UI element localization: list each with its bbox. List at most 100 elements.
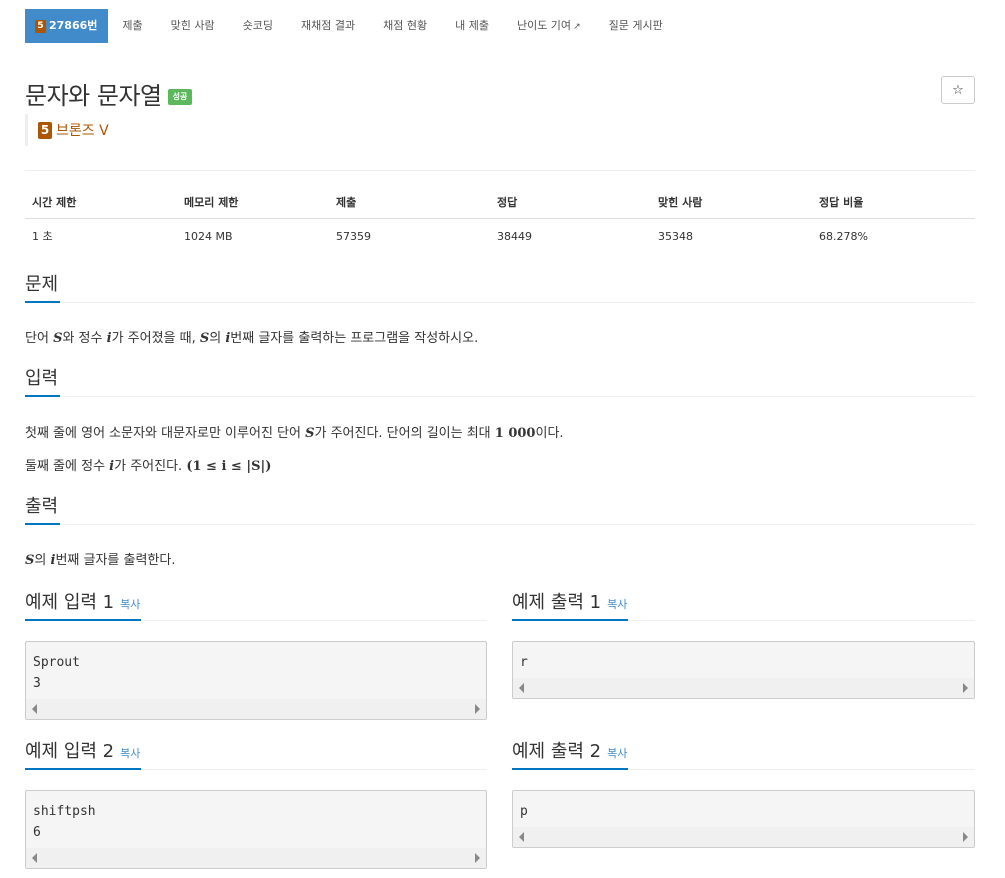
header-solved-users: 맞힌 사람 bbox=[651, 186, 812, 219]
bronze-tier-icon: 5 bbox=[38, 121, 52, 139]
divider bbox=[25, 170, 975, 171]
section-title: 출력 bbox=[25, 495, 61, 525]
output-section-header: 출력 bbox=[25, 495, 975, 525]
text: 의 bbox=[34, 553, 51, 568]
horizontal-scrollbar[interactable] bbox=[513, 678, 974, 698]
header-time-limit: 시간 제한 bbox=[25, 186, 177, 219]
text: 둘째 줄에 정수 bbox=[25, 459, 110, 474]
problem-description: 단어 S와 정수 i가 주어졌을 때, S의 i번째 글자를 출력하는 프로그램… bbox=[25, 327, 478, 346]
text: 의 bbox=[209, 331, 226, 346]
nav-difficulty-contribution[interactable]: 난이도 기여 ↗ bbox=[503, 9, 595, 43]
sample-output-1-box[interactable]: r bbox=[512, 641, 975, 699]
external-link-icon: ↗ bbox=[573, 22, 581, 32]
problem-tier: 5 브론즈 V bbox=[25, 114, 109, 146]
sample-output-1-title: 예제 출력 1 bbox=[512, 592, 602, 613]
problem-number-label: 27866번 bbox=[49, 19, 98, 32]
submissions-value: 57359 bbox=[336, 229, 371, 243]
sample-input-1-box[interactable]: Sprout 3 bbox=[25, 641, 487, 720]
sample-title: 예제 출력 1 복사 bbox=[512, 591, 629, 621]
scroll-left-icon[interactable] bbox=[519, 832, 524, 842]
sample-input-1-text: Sprout 3 bbox=[33, 655, 80, 691]
text: 이다. bbox=[535, 426, 564, 441]
accept-ratio-value: 68.278% bbox=[819, 229, 868, 243]
section-title: 문제 bbox=[25, 273, 61, 303]
text: 단어 bbox=[25, 331, 54, 346]
table-row: 1 초 1024 MB 57359 38449 35348 68.278% bbox=[25, 219, 975, 254]
copy-sample-output-2-link[interactable]: 복사 bbox=[607, 747, 627, 760]
scroll-right-icon[interactable] bbox=[475, 704, 480, 714]
sample-title: 예제 입력 1 복사 bbox=[25, 591, 142, 621]
math-var: S bbox=[25, 553, 35, 568]
math-number: 1 000 bbox=[494, 426, 536, 441]
status-badge: 성공 bbox=[167, 88, 193, 105]
nav-solved-users[interactable]: 맞힌 사람 bbox=[157, 9, 229, 43]
accepted-value: 38449 bbox=[497, 229, 532, 243]
nav-question-board[interactable]: 질문 게시판 bbox=[595, 9, 677, 43]
nav-submit[interactable]: 제출 bbox=[108, 9, 156, 43]
horizontal-scrollbar[interactable] bbox=[26, 848, 486, 868]
sample-title: 예제 입력 2 복사 bbox=[25, 740, 142, 770]
header-accepted: 정답 bbox=[490, 186, 651, 219]
sample-input-1-title: 예제 입력 1 bbox=[25, 592, 115, 613]
text: 가 주어졌을 때, bbox=[111, 331, 200, 346]
sample-output-1-header: 예제 출력 1 복사 bbox=[512, 591, 975, 621]
text: 가 주어진다. 단어의 길이는 최대 bbox=[314, 426, 495, 441]
math-var: S bbox=[199, 331, 210, 346]
nav-difficulty-label: 난이도 기여 bbox=[516, 19, 572, 32]
horizontal-scrollbar[interactable] bbox=[513, 827, 974, 847]
text: 와 정수 bbox=[62, 331, 107, 346]
sample-output-2-text: p bbox=[520, 804, 528, 819]
header-submissions: 제출 bbox=[329, 186, 490, 219]
input-section-header: 입력 bbox=[25, 367, 975, 397]
copy-sample-input-1-link[interactable]: 복사 bbox=[120, 598, 140, 611]
sample-title: 예제 출력 2 복사 bbox=[512, 740, 629, 770]
scroll-right-icon[interactable] bbox=[963, 683, 968, 693]
sample-input-1-header: 예제 입력 1 복사 bbox=[25, 591, 487, 621]
sample-output-1-text: r bbox=[520, 655, 528, 670]
text: 첫째 줄에 영어 소문자와 대문자로만 이루어진 단어 bbox=[25, 426, 306, 441]
header-accept-ratio: 정답 비율 bbox=[812, 186, 975, 219]
input-description-line2: 둘째 줄에 정수 i가 주어진다. (1 ≤ i ≤ |S|) bbox=[25, 455, 271, 474]
input-description-line1: 첫째 줄에 영어 소문자와 대문자로만 이루어진 단어 S가 주어진다. 단어의… bbox=[25, 422, 564, 441]
sample-input-2-title: 예제 입력 2 bbox=[25, 741, 115, 762]
sample-input-2-box[interactable]: shiftpsh 6 bbox=[25, 790, 487, 869]
nav-short-coding[interactable]: 숏코딩 bbox=[229, 9, 287, 43]
solved-users-value: 35348 bbox=[658, 229, 693, 243]
problem-title: 문자와 문자열 bbox=[25, 82, 162, 110]
header-memory-limit: 메모리 제한 bbox=[177, 186, 329, 219]
copy-sample-input-2-link[interactable]: 복사 bbox=[120, 747, 140, 760]
scroll-left-icon[interactable] bbox=[32, 853, 37, 863]
text: 가 주어진다. bbox=[114, 459, 187, 474]
time-limit-value: 1 초 bbox=[32, 230, 53, 243]
text: 번째 글자를 출력한다. bbox=[55, 553, 176, 568]
text: 번째 글자를 출력하는 프로그램을 작성하시오. bbox=[230, 331, 479, 346]
problem-title-row: 문자와 문자열 성공 bbox=[25, 76, 193, 111]
sample-output-2-header: 예제 출력 2 복사 bbox=[512, 740, 975, 770]
scroll-right-icon[interactable] bbox=[475, 853, 480, 863]
tier-label: 브론즈 V bbox=[56, 123, 109, 139]
output-description: S의 i번째 글자를 출력한다. bbox=[25, 549, 175, 568]
copy-sample-output-1-link[interactable]: 복사 bbox=[607, 598, 627, 611]
memory-limit-value: 1024 MB bbox=[184, 229, 233, 243]
bronze-tier-icon: 5 bbox=[35, 19, 46, 33]
table-header-row: 시간 제한 메모리 제한 제출 정답 맞힌 사람 정답 비율 bbox=[25, 186, 975, 219]
sample-output-2-title: 예제 출력 2 bbox=[512, 741, 602, 762]
nav-rejudge-results[interactable]: 재채점 결과 bbox=[287, 9, 369, 43]
favorite-star-button[interactable]: ☆ bbox=[941, 76, 975, 104]
scroll-left-icon[interactable] bbox=[32, 704, 37, 714]
nav-judge-status[interactable]: 채점 현황 bbox=[369, 9, 441, 43]
sample-output-2-box[interactable]: p bbox=[512, 790, 975, 848]
scroll-right-icon[interactable] bbox=[963, 832, 968, 842]
sample-input-2-text: shiftpsh 6 bbox=[33, 804, 96, 840]
problem-section-header: 문제 bbox=[25, 273, 975, 303]
math-expression: (1 ≤ i ≤ |S|) bbox=[186, 459, 272, 474]
problem-menu: 5 27866번 제출 맞힌 사람 숏코딩 재채점 결과 채점 현황 내 제출 … bbox=[25, 9, 677, 43]
scroll-left-icon[interactable] bbox=[519, 683, 524, 693]
horizontal-scrollbar[interactable] bbox=[26, 699, 486, 719]
nav-my-submissions[interactable]: 내 제출 bbox=[441, 9, 503, 43]
section-title: 입력 bbox=[25, 367, 61, 397]
nav-problem-number[interactable]: 5 27866번 bbox=[25, 9, 109, 43]
star-icon: ☆ bbox=[952, 82, 964, 98]
sample-input-2-header: 예제 입력 2 복사 bbox=[25, 740, 487, 770]
problem-info-table: 시간 제한 메모리 제한 제출 정답 맞힌 사람 정답 비율 1 초 1024 … bbox=[25, 186, 975, 253]
